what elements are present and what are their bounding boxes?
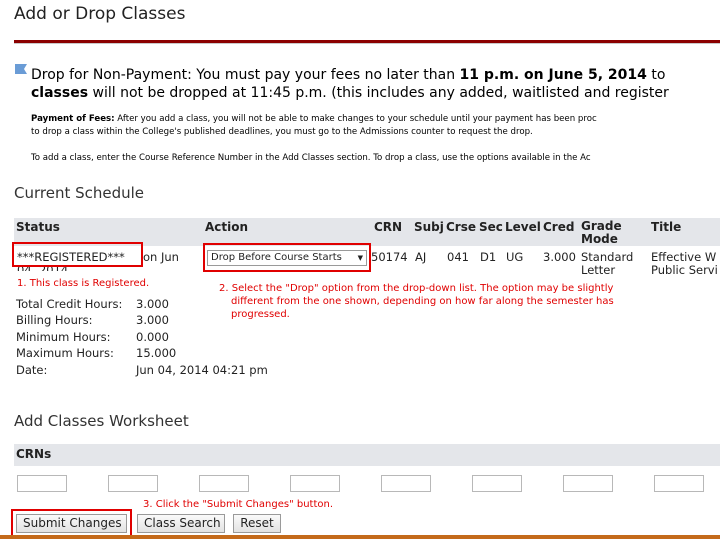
col-grade-mode: Grade Mode — [581, 219, 622, 246]
col-crse: Crse — [446, 220, 477, 234]
payment-of-fees-line1: Payment of Fees: After you add a class, … — [31, 114, 597, 124]
payment-of-fees-line2: to drop a class within the College's pub… — [31, 127, 533, 137]
bottom-divider — [0, 535, 720, 539]
reset-button[interactable]: Reset — [233, 514, 281, 533]
row-grade-mode-1: Standard — [581, 250, 634, 264]
row-crse: 041 — [447, 250, 469, 264]
summary-billing-label: Billing Hours: — [16, 313, 93, 327]
col-subj: Subj — [414, 220, 444, 234]
row-level: UG — [506, 250, 524, 264]
crns-header — [14, 444, 720, 466]
summary-minimum-value: 0.000 — [136, 330, 169, 344]
annotation-2-line2: different from the one shown, depending … — [231, 296, 614, 307]
current-schedule-heading: Current Schedule — [14, 184, 145, 202]
col-level: Level — [505, 220, 541, 234]
page-title: Add or Drop Classes — [14, 4, 186, 24]
title-divider-shadow — [14, 43, 720, 44]
row-crn: 50174 — [371, 250, 408, 264]
row-title-2: Public Servi — [651, 263, 718, 277]
annotation-2-line1: 2. Select the "Drop" option from the dro… — [219, 283, 614, 294]
status-highlight — [12, 242, 143, 267]
drop-notice-line2: classes will not be dropped at 11:45 p.m… — [31, 85, 669, 101]
crn-input-6[interactable] — [472, 475, 522, 492]
crn-input-2[interactable] — [108, 475, 158, 492]
annotation-3: 3. Click the "Submit Changes" button. — [143, 499, 334, 510]
info-flag-icon — [15, 64, 27, 74]
status-date: on Jun — [143, 250, 179, 264]
crn-input-3[interactable] — [199, 475, 249, 492]
summary-minimum-label: Minimum Hours: — [16, 330, 111, 344]
col-title: Title — [651, 220, 682, 234]
add-classes-worksheet-heading: Add Classes Worksheet — [14, 412, 189, 430]
row-grade-mode-2: Letter — [581, 263, 616, 277]
crn-input-8[interactable] — [654, 475, 704, 492]
add-class-instructions: To add a class, enter the Course Referen… — [31, 153, 591, 163]
row-sec: D1 — [480, 250, 497, 264]
summary-maximum-label: Maximum Hours: — [16, 346, 114, 360]
col-sec: Sec — [479, 220, 503, 234]
drop-notice-line1: Drop for Non-Payment: You must pay your … — [31, 67, 666, 83]
summary-total-credit-value: 3.000 — [136, 297, 169, 311]
col-crn: CRN — [374, 220, 403, 234]
summary-total-credit-label: Total Credit Hours: — [16, 297, 123, 311]
row-subj: AJ — [415, 250, 427, 264]
col-cred: Cred — [543, 220, 575, 234]
row-cred: 3.000 — [543, 250, 576, 264]
crn-input-7[interactable] — [563, 475, 613, 492]
annotation-2-line3: progressed. — [231, 309, 290, 320]
col-action: Action — [205, 220, 249, 234]
submit-highlight — [11, 509, 132, 538]
crn-input-5[interactable] — [381, 475, 431, 492]
class-search-button[interactable]: Class Search — [137, 514, 225, 533]
summary-date-value: Jun 04, 2014 04:21 pm — [136, 363, 268, 377]
col-status: Status — [16, 220, 60, 234]
action-highlight — [203, 243, 371, 272]
summary-billing-value: 3.000 — [136, 313, 169, 327]
summary-date-label: Date: — [16, 363, 48, 377]
summary-maximum-value: 15.000 — [136, 346, 177, 360]
crns-label: CRNs — [16, 447, 52, 461]
annotation-1: 1. This class is Registered. — [17, 278, 150, 289]
crn-input-4[interactable] — [290, 475, 340, 492]
crn-input-1[interactable] — [17, 475, 67, 492]
row-title-1: Effective W — [651, 250, 717, 264]
